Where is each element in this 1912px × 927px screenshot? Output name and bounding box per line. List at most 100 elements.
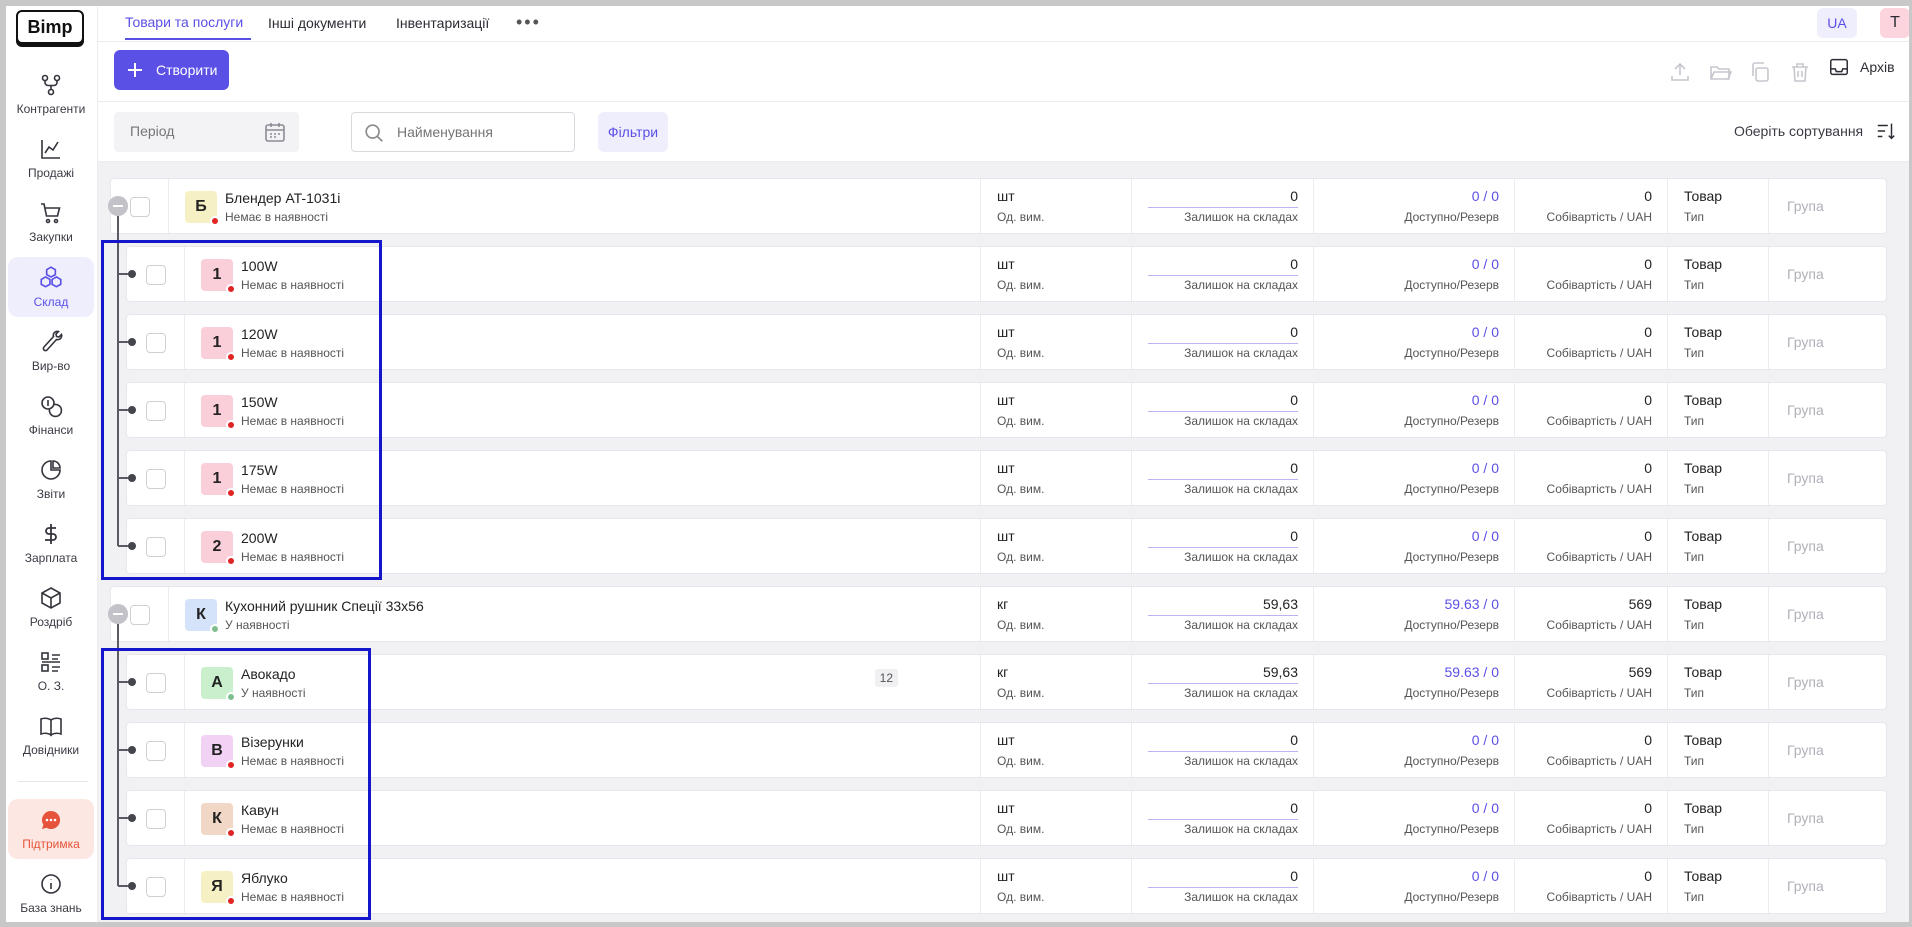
row-checkbox[interactable]: [130, 197, 150, 217]
collapse-toggle-icon[interactable]: [108, 604, 128, 624]
product-name[interactable]: Кухонний рушник Спеції 33х56: [225, 598, 424, 614]
available-value[interactable]: 0 / 0: [1472, 868, 1499, 884]
cost-cell: 0 Собівартість / UAH: [1514, 315, 1666, 369]
available-label: Доступно/Резерв: [1404, 754, 1499, 768]
more-tabs-icon[interactable]: •••: [516, 12, 541, 33]
group-cell[interactable]: Група: [1768, 315, 1907, 369]
available-value[interactable]: 0 / 0: [1472, 392, 1499, 408]
unit-cell: кг Од. вим.: [980, 655, 1130, 709]
available-value[interactable]: 0 / 0: [1472, 732, 1499, 748]
cost-label: Собівартість / UAH: [1546, 550, 1652, 564]
group-cell[interactable]: Група: [1768, 791, 1907, 845]
type-cell: Товар Тип: [1667, 791, 1767, 845]
group-cell[interactable]: Група: [1768, 655, 1907, 709]
sidebar-item-label: Фінанси: [28, 423, 74, 437]
tab-other-documents[interactable]: Інші документи: [268, 6, 366, 40]
sort-select[interactable]: Оберіть сортування: [1734, 120, 1897, 142]
list-icon: [38, 649, 64, 675]
type-cell: Товар Тип: [1667, 859, 1767, 913]
product-avatar: К: [185, 599, 220, 634]
sidebar-item-6[interactable]: Звіти: [8, 449, 94, 509]
group-placeholder: Група: [1787, 198, 1824, 214]
cost-label: Собівартість / UAH: [1546, 414, 1652, 428]
sidebar-item-11[interactable]: Підтримка: [8, 799, 94, 859]
sidebar-item-1[interactable]: Продажі: [8, 128, 94, 188]
sidebar-item-4[interactable]: Вир-во: [8, 321, 94, 381]
type-value: Товар: [1684, 392, 1723, 408]
upload-icon[interactable]: [1668, 60, 1692, 84]
sidebar-item-2[interactable]: Закупки: [8, 192, 94, 252]
available-value[interactable]: 0 / 0: [1472, 256, 1499, 272]
available-value[interactable]: 0 / 0: [1472, 460, 1499, 476]
variant-row: 1 120W Немає в наявності шт Од. вим. 0 Залишок…: [126, 314, 1887, 370]
sidebar-item-label: О. З.: [37, 679, 65, 693]
trash-icon[interactable]: [1788, 60, 1812, 84]
product-row: Б Блендер AT-1031i Немає в наявності шт Од. …: [110, 178, 1887, 234]
unit-label: Од. вим.: [997, 822, 1045, 836]
group-cell[interactable]: Група: [1768, 519, 1907, 573]
period-input[interactable]: [130, 123, 260, 139]
variants-count-badge: 12: [874, 669, 898, 687]
available-value[interactable]: 0 / 0: [1472, 188, 1499, 204]
available-value[interactable]: 59.63 / 0: [1445, 596, 1500, 612]
group-cell[interactable]: Група: [1768, 723, 1907, 777]
sidebar-item-0[interactable]: Контрагенти: [8, 64, 94, 124]
top-tabs: Товари та послуги Інші документи Інвента…: [98, 6, 1909, 42]
sidebar-item-10[interactable]: Довідники: [8, 705, 94, 765]
cost-cell: 0 Собівартість / UAH: [1514, 451, 1666, 505]
tab-products[interactable]: Товари та послуги: [125, 6, 251, 40]
search-input[interactable]: [397, 124, 567, 140]
folder-open-icon[interactable]: [1708, 60, 1732, 84]
copy-icon[interactable]: [1748, 60, 1772, 84]
group-cell[interactable]: Група: [1768, 383, 1907, 437]
language-switch[interactable]: UA: [1817, 8, 1857, 38]
row-checkbox[interactable]: [130, 605, 150, 625]
logo[interactable]: Bimp: [16, 10, 84, 44]
available-value[interactable]: 0 / 0: [1472, 800, 1499, 816]
archive-button[interactable]: Архів: [1828, 56, 1895, 78]
group-cell[interactable]: Група: [1768, 179, 1907, 233]
unit-value: шт: [997, 256, 1015, 272]
cost-value: 569: [1628, 664, 1652, 680]
available-label: Доступно/Резерв: [1404, 618, 1499, 632]
sidebar-item-7[interactable]: Зарплата: [8, 513, 94, 573]
type-value: Товар: [1684, 596, 1723, 612]
highlight-box: [101, 240, 382, 580]
filters-button[interactable]: Фільтри: [598, 112, 668, 152]
cost-label: Собівартість / UAH: [1546, 618, 1652, 632]
cost-value: 0: [1644, 188, 1652, 204]
available-value[interactable]: 0 / 0: [1472, 528, 1499, 544]
period-field[interactable]: [114, 112, 299, 152]
search-field[interactable]: [351, 112, 575, 152]
unit-label: Од. вим.: [997, 346, 1045, 360]
sidebar-item-12[interactable]: База знань: [8, 863, 94, 922]
available-value[interactable]: 59.63 / 0: [1445, 664, 1500, 680]
sidebar-item-8[interactable]: Роздріб: [8, 577, 94, 637]
product-name[interactable]: Блендер AT-1031i: [225, 190, 340, 206]
group-cell[interactable]: Група: [1768, 587, 1907, 641]
calendar-icon[interactable]: [263, 120, 287, 144]
variant-row: К Кавун Немає в наявності шт Од. вим. 0 Залишо…: [126, 790, 1887, 846]
available-label: Доступно/Резерв: [1404, 482, 1499, 496]
unit-label: Од. вим.: [997, 754, 1045, 768]
sidebar-item-5[interactable]: Фінанси: [8, 385, 94, 445]
available-value[interactable]: 0 / 0: [1472, 324, 1499, 340]
cart-icon: [38, 200, 64, 226]
sidebar-item-3[interactable]: Склад: [8, 257, 94, 317]
tab-inventories[interactable]: Інвентаризації: [396, 6, 489, 40]
sidebar-item-9[interactable]: О. З.: [8, 641, 94, 701]
group-cell[interactable]: Група: [1768, 859, 1907, 913]
group-cell[interactable]: Група: [1768, 451, 1907, 505]
group-placeholder: Група: [1787, 334, 1824, 350]
type-label: Тип: [1684, 482, 1705, 496]
group-cell[interactable]: Група: [1768, 247, 1907, 301]
stock-value: 0: [1290, 256, 1298, 272]
unit-cell: шт Од. вим.: [980, 247, 1130, 301]
collapse-toggle-icon[interactable]: [108, 196, 128, 216]
unit-label: Од. вим.: [997, 278, 1045, 292]
name-cell: К Кухонний рушник Спеції 33х56 У наявності: [168, 587, 900, 641]
unit-label: Од. вим.: [997, 482, 1045, 496]
user-avatar[interactable]: T: [1880, 8, 1909, 38]
stock-value: 0: [1290, 868, 1298, 884]
create-button[interactable]: Створити: [114, 50, 229, 90]
